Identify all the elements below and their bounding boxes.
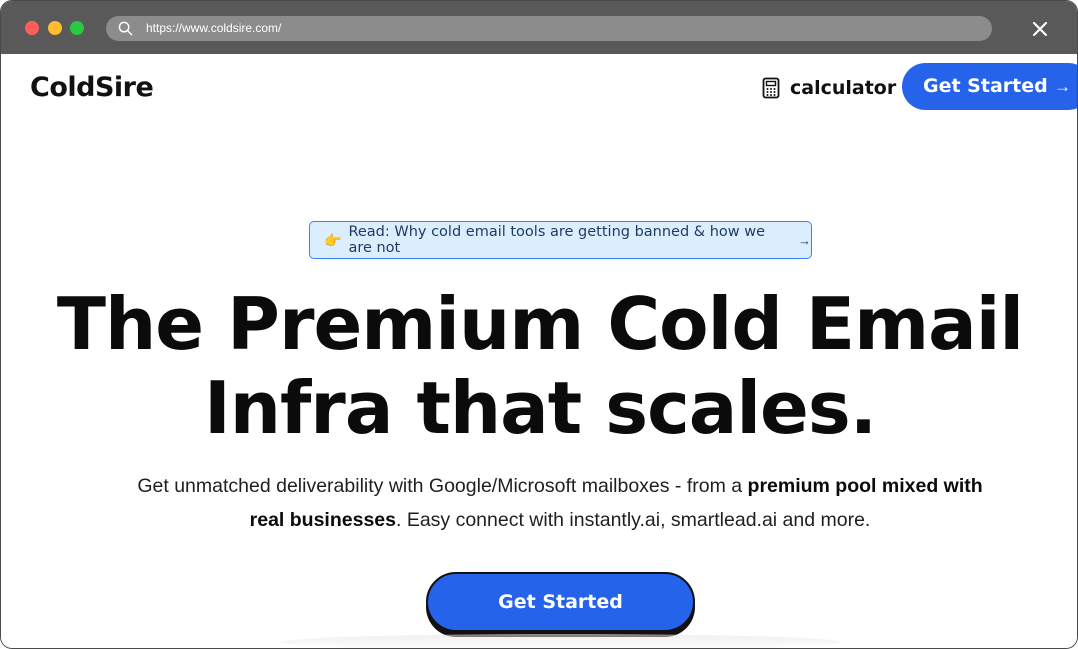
search-icon [118,21,133,36]
hero-headline: The Premium Cold Email Infra that scales… [1,282,1077,450]
hero-subheadline: Get unmatched deliverability with Google… [131,469,989,537]
nav-get-started-label: Get Started [923,75,1048,97]
minimize-window-button[interactable] [48,21,62,35]
announcement-banner[interactable]: 👉 Read: Why cold email tools are getting… [309,221,812,259]
calculator-label: calculator [790,77,897,99]
browser-titlebar: https://www.coldsire.com/ [1,1,1077,54]
calculator-icon [762,77,780,99]
hero-get-started-label: Get Started [498,591,623,613]
headline-line-2: Infra that scales. [203,366,877,450]
browser-window: https://www.coldsire.com/ ColdSire calcu… [0,0,1078,649]
arrow-right-icon: → [798,232,811,248]
nav-get-started-button[interactable]: Get Started → [902,63,1077,110]
announcement-text: Read: Why cold email tools are getting b… [348,224,766,256]
address-url: https://www.coldsire.com/ [146,21,282,35]
section-shadow [281,634,841,648]
web-page: ColdSire calculator Get Started → 👉 Read… [1,54,1077,648]
pointing-hand-icon: 👉 [324,231,342,248]
subheadline-part-1: Get unmatched deliverability with Google… [137,475,748,497]
hero-get-started-button[interactable]: Get Started [426,572,695,632]
site-logo[interactable]: ColdSire [30,72,154,103]
headline-line-1: The Premium Cold Email [56,282,1024,366]
address-bar[interactable]: https://www.coldsire.com/ [106,16,992,41]
maximize-window-button[interactable] [70,21,84,35]
subheadline-part-2: . Easy connect with instantly.ai, smartl… [395,509,871,531]
calculator-link[interactable]: calculator [762,77,896,99]
close-window-button[interactable] [25,21,39,35]
arrow-right-icon: → [1054,77,1071,96]
close-icon[interactable] [1030,19,1050,39]
